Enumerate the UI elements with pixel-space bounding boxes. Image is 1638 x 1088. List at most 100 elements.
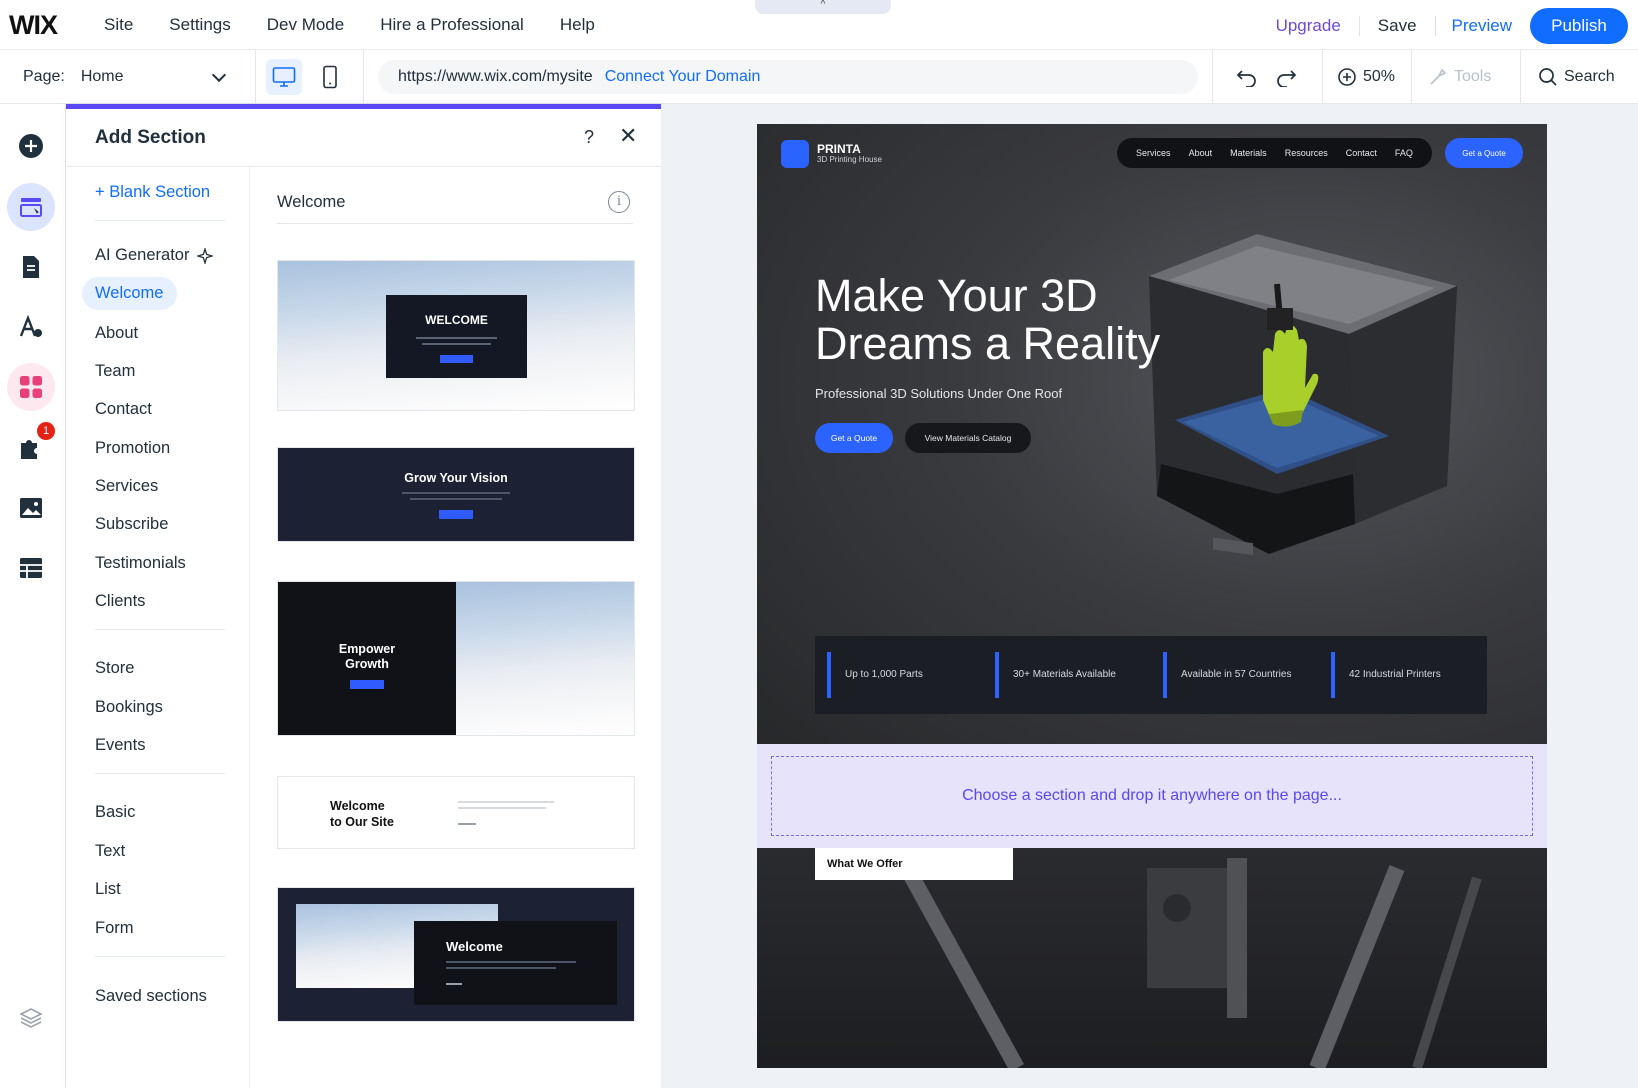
- preview-heading-line: Empower: [338, 642, 396, 656]
- connect-domain-link[interactable]: Connect Your Domain: [605, 68, 761, 86]
- site-quote-button[interactable]: Get a Quote: [1445, 138, 1523, 168]
- section-previews: Welcome i WELCOME Grow Your Vision Empow…: [250, 167, 661, 1088]
- design-button[interactable]: [7, 303, 55, 351]
- category-clients[interactable]: Clients: [95, 592, 145, 611]
- add-section-button[interactable]: [7, 183, 55, 231]
- cms-button[interactable]: [7, 544, 55, 592]
- add-elements-button[interactable]: [7, 122, 55, 170]
- save-button[interactable]: Save: [1358, 16, 1435, 36]
- undo-button[interactable]: [1236, 59, 1258, 95]
- divider: [1322, 50, 1323, 104]
- divider: [95, 956, 225, 957]
- editor-toolbar: Page: Home https://www.wix.com/mysite Co…: [0, 50, 1638, 104]
- publish-button[interactable]: Publish: [1530, 8, 1628, 44]
- add-apps-button[interactable]: [7, 363, 55, 411]
- undo-icon: [1236, 70, 1256, 87]
- section-preview-3[interactable]: Empower Growth: [278, 582, 634, 735]
- category-saved-sections[interactable]: Saved sections: [95, 987, 207, 1006]
- category-text[interactable]: Text: [95, 842, 125, 861]
- business-apps-button[interactable]: 1: [7, 422, 55, 472]
- category-store[interactable]: Store: [95, 659, 134, 678]
- section-drop-zone[interactable]: Choose a section and drop it anywhere on…: [757, 744, 1547, 848]
- wix-logo[interactable]: WIX: [9, 10, 58, 41]
- category-ai-generator[interactable]: AI Generator: [95, 246, 214, 265]
- site-nav-faq[interactable]: FAQ: [1395, 148, 1413, 158]
- menu-hire-professional[interactable]: Hire a Professional: [380, 15, 524, 35]
- site-nav-services[interactable]: Services: [1136, 148, 1171, 158]
- layers-button[interactable]: [7, 994, 55, 1042]
- media-button[interactable]: [7, 484, 55, 532]
- mobile-view-button[interactable]: [312, 59, 348, 95]
- blank-section-button[interactable]: + Blank Section: [95, 183, 210, 202]
- stat-item: 30+ Materials Available: [983, 636, 1151, 714]
- page-selector[interactable]: Page: Home: [23, 50, 228, 104]
- search-icon: [1539, 68, 1557, 86]
- menu-dev-mode[interactable]: Dev Mode: [267, 15, 344, 35]
- site-brand[interactable]: PRINTA 3D Printing House: [781, 140, 882, 168]
- hero-quote-button[interactable]: Get a Quote: [815, 423, 893, 453]
- category-promotion[interactable]: Promotion: [95, 439, 170, 458]
- section-icon: [20, 198, 42, 217]
- help-icon[interactable]: ?: [584, 127, 594, 148]
- stat-accent-bar: [1163, 652, 1167, 698]
- menu-settings[interactable]: Settings: [169, 15, 230, 35]
- category-contact[interactable]: Contact: [95, 400, 152, 419]
- zoom-button[interactable]: 50%: [1337, 59, 1395, 95]
- section-preview-1[interactable]: WELCOME: [278, 261, 634, 410]
- stat-text: Available in 57 Countries: [1181, 669, 1292, 680]
- info-icon[interactable]: i: [608, 191, 630, 213]
- page-label: Page:: [23, 68, 65, 85]
- printer-frame-illustration: [899, 858, 1482, 1068]
- site-url-bar[interactable]: https://www.wix.com/mysite Connect Your …: [378, 60, 1198, 94]
- preview-link: [446, 983, 462, 985]
- section-preview-4[interactable]: Welcome to Our Site: [278, 777, 634, 848]
- preview-group-title: Welcome: [277, 193, 346, 211]
- divider: [363, 50, 364, 104]
- offer-title: What We Offer: [815, 848, 1013, 880]
- upgrade-button[interactable]: Upgrade: [1258, 16, 1359, 36]
- preview-button[interactable]: Preview: [1434, 16, 1530, 36]
- preview-dark-card: Welcome: [414, 921, 617, 1005]
- category-welcome[interactable]: Welcome: [82, 277, 178, 310]
- site-nav-contact[interactable]: Contact: [1346, 148, 1377, 158]
- preview-text-line: [402, 492, 510, 494]
- category-team[interactable]: Team: [95, 362, 135, 381]
- category-testimonials[interactable]: Testimonials: [95, 554, 186, 573]
- hero-section[interactable]: PRINTA 3D Printing House Services About …: [757, 124, 1547, 768]
- hero-catalog-button[interactable]: View Materials Catalog: [905, 423, 1031, 453]
- section-preview-2[interactable]: Grow Your Vision: [278, 448, 634, 541]
- category-about[interactable]: About: [95, 324, 138, 343]
- search-button[interactable]: Search: [1538, 59, 1615, 95]
- category-basic[interactable]: Basic: [95, 803, 135, 822]
- tools-icon: [1430, 68, 1447, 85]
- category-events[interactable]: Events: [95, 736, 145, 755]
- section-categories: + Blank Section AI Generator Welcome Abo…: [66, 167, 250, 1088]
- menu-help[interactable]: Help: [560, 15, 595, 35]
- site-nav-resources[interactable]: Resources: [1285, 148, 1328, 158]
- category-list[interactable]: List: [95, 880, 121, 899]
- preview-dark-card: WELCOME: [386, 295, 527, 378]
- close-icon[interactable]: ✕: [619, 123, 637, 149]
- pages-button[interactable]: [7, 243, 55, 291]
- category-form[interactable]: Form: [95, 919, 134, 938]
- preview-button: [439, 510, 473, 519]
- preview-link: [458, 823, 476, 825]
- offer-section[interactable]: What We Offer: [757, 848, 1547, 1068]
- site-nav-about[interactable]: About: [1189, 148, 1213, 158]
- preview-text-line: [458, 807, 546, 809]
- redo-button[interactable]: [1275, 59, 1297, 95]
- collapse-toolbar-tab[interactable]: ^: [755, 0, 891, 14]
- site-nav-materials[interactable]: Materials: [1230, 148, 1267, 158]
- tools-button[interactable]: Tools: [1428, 59, 1491, 95]
- preview-heading: Welcome to Our Site: [330, 798, 394, 830]
- category-services[interactable]: Services: [95, 477, 158, 496]
- divider: [95, 773, 225, 774]
- redo-icon: [1277, 70, 1297, 87]
- category-bookings[interactable]: Bookings: [95, 698, 163, 717]
- divider: [255, 50, 256, 104]
- section-preview-5[interactable]: Welcome: [278, 888, 634, 1021]
- preview-text-line: [416, 337, 497, 339]
- menu-site[interactable]: Site: [104, 15, 133, 35]
- desktop-view-button[interactable]: [266, 59, 302, 95]
- category-subscribe[interactable]: Subscribe: [95, 515, 168, 534]
